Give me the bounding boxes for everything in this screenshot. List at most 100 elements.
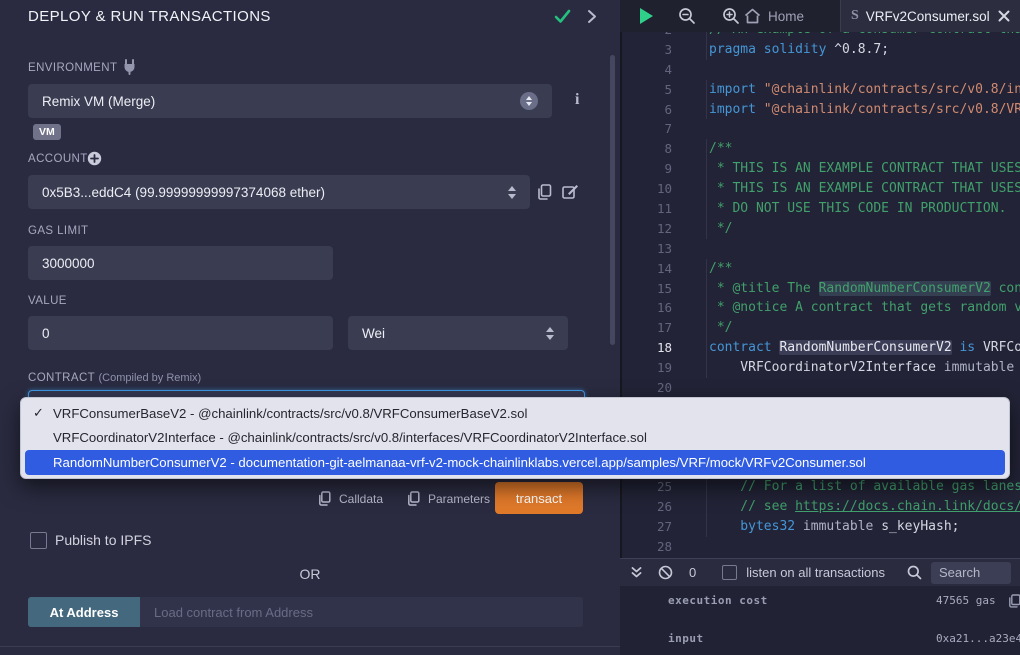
contract-dropdown-option[interactable]: VRFCoordinatorV2Interface - @chainlink/c… xyxy=(25,426,1005,451)
code-view[interactable]: 2 // An example of a consumer contract th… xyxy=(620,32,1020,558)
sign-message-edit-icon[interactable] xyxy=(562,184,579,200)
add-account-plus-icon[interactable] xyxy=(87,151,102,166)
line-text: * THIS IS AN EXAMPLE CONTRACT THAT USES … xyxy=(706,159,1020,179)
terminal-search-input[interactable]: Search xyxy=(931,562,1011,584)
value-input[interactable]: 0 xyxy=(28,316,333,350)
line-number: 12 xyxy=(620,219,672,239)
at-address-button[interactable]: At Address xyxy=(28,597,140,627)
code-line: 20 xyxy=(620,378,1020,398)
deploy-run-panel: DEPLOY & RUN TRANSACTIONS ENVIRONMENT Re… xyxy=(0,0,620,655)
close-tab-icon[interactable] xyxy=(998,10,1010,22)
line-text: // An example of a consumer contract tha… xyxy=(706,32,1020,40)
tab-vrfv2consumer[interactable]: S VRFv2Consumer.sol xyxy=(840,0,1020,32)
line-text: /** xyxy=(706,259,1020,279)
code-line: 25 // For a list of available gas lanes … xyxy=(620,477,1020,497)
line-number: 9 xyxy=(620,159,672,179)
copy-value-icon[interactable] xyxy=(1008,594,1020,608)
code-line: 27 bytes32 immutable s_keyHash; xyxy=(620,517,1020,537)
pending-tx-count: 0 xyxy=(689,565,696,580)
vm-badge: VM xyxy=(33,124,61,140)
line-text: */ xyxy=(706,318,1020,338)
terminal-row-label: input xyxy=(668,632,704,645)
line-text: * THIS IS AN EXAMPLE CONTRACT THAT USES … xyxy=(706,179,1020,199)
code-line: 12 */ xyxy=(620,219,1020,239)
environment-value: Remix VM (Merge) xyxy=(42,94,155,109)
line-text: VRFCoordinatorV2Interface immutable COOR… xyxy=(706,358,1020,378)
panel-scrollbar[interactable] xyxy=(610,55,615,345)
code-line: 16 * @notice A contract that gets random… xyxy=(620,298,1020,318)
code-line: 9 * THIS IS AN EXAMPLE CONTRACT THAT USE… xyxy=(620,159,1020,179)
code-line: 17 */ xyxy=(620,318,1020,338)
gas-limit-input[interactable]: 3000000 xyxy=(28,246,333,280)
contract-dropdown-option[interactable]: RandomNumberConsumerV2 - documentation-g… xyxy=(25,450,1005,475)
line-number: 17 xyxy=(620,318,672,338)
contract-dropdown-list: ✓VRFConsumerBaseV2 - @chainlink/contract… xyxy=(20,397,1010,479)
terminal-row-label: execution cost xyxy=(668,594,768,607)
value-unit: Wei xyxy=(362,326,385,341)
transact-button[interactable]: transact xyxy=(495,482,583,514)
account-select[interactable]: 0x5B3...eddC4 (99.99999999997374068 ethe… xyxy=(28,175,530,209)
terminal-search-placeholder: Search xyxy=(939,565,980,580)
code-line: 7 xyxy=(620,119,1020,139)
line-text: // For a list of available gas lanes on … xyxy=(706,477,1020,497)
line-text: import "@chainlink/contracts/src/v0.8/VR… xyxy=(706,100,1020,120)
tab-home[interactable]: Home xyxy=(744,0,834,32)
copy-parameters-icon[interactable] xyxy=(407,491,420,506)
code-line: 13 xyxy=(620,239,1020,259)
gas-limit-label: GAS LIMIT xyxy=(28,225,88,237)
environment-select[interactable]: Remix VM (Merge) xyxy=(28,84,552,118)
listen-all-transactions-label: listen on all transactions xyxy=(746,565,885,580)
zoom-out-icon[interactable] xyxy=(678,7,698,27)
terminal-output[interactable]: execution cost47565 gasinput0xa21...a23e… xyxy=(620,586,1020,655)
line-text: contract RandomNumberConsumerV2 is VRFCo… xyxy=(706,338,1020,358)
copy-account-icon[interactable] xyxy=(537,184,552,200)
terminal-search-icon xyxy=(907,565,922,580)
line-number: 14 xyxy=(620,259,672,279)
contract-label: CONTRACT (Compiled by Remix) xyxy=(28,372,201,384)
line-number: 26 xyxy=(620,497,672,517)
code-line: 26 // see https://docs.chain.link/docs/v… xyxy=(620,497,1020,517)
line-text: // see https://docs.chain.link/docs/vrf-… xyxy=(706,497,1020,517)
line-number: 8 xyxy=(620,139,672,159)
compile-success-check-icon xyxy=(554,9,571,24)
line-text: pragma solidity ^0.8.7; xyxy=(706,40,1020,60)
code-line: 8 /** xyxy=(620,139,1020,159)
publish-ipfs-label: Publish to IPFS xyxy=(55,532,152,548)
expand-terminal-chevrons-icon[interactable] xyxy=(630,566,643,579)
value-label: VALUE xyxy=(28,295,67,307)
value-unit-select[interactable]: Wei xyxy=(348,316,568,350)
code-line: 2 // An example of a consumer contract th… xyxy=(620,32,1020,40)
listen-all-transactions-checkbox[interactable] xyxy=(722,565,737,580)
home-icon xyxy=(744,8,761,24)
select-caret-icon xyxy=(508,186,516,199)
line-number: 4 xyxy=(620,60,672,80)
panel-divider xyxy=(0,646,620,647)
zoom-in-icon[interactable] xyxy=(722,7,742,27)
line-text: * @title The RandomNumberConsumerV2 cont… xyxy=(706,279,1020,299)
clear-console-ban-icon[interactable] xyxy=(658,565,673,580)
line-number: 19 xyxy=(620,358,672,378)
copy-calldata-icon[interactable] xyxy=(318,491,331,506)
calldata-label: Calldata xyxy=(339,492,383,506)
contract-dropdown-option[interactable]: ✓VRFConsumerBaseV2 - @chainlink/contract… xyxy=(25,401,1005,426)
line-number: 3 xyxy=(620,40,672,60)
publish-ipfs-checkbox[interactable] xyxy=(30,532,47,549)
line-text: */ xyxy=(706,219,1020,239)
line-number: 16 xyxy=(620,298,672,318)
environment-info-icon[interactable]: i xyxy=(575,91,579,109)
run-script-play-icon[interactable] xyxy=(637,6,657,26)
line-number: 2 xyxy=(620,32,672,40)
line-number: 20 xyxy=(620,378,672,398)
line-text: /** xyxy=(706,139,1020,159)
terminal-bar: 0 listen on all transactions Search xyxy=(620,558,1020,586)
option-label: RandomNumberConsumerV2 - documentation-g… xyxy=(53,455,866,470)
line-text: * DO NOT USE THIS CODE IN PRODUCTION. xyxy=(706,199,1020,219)
select-caret-icon xyxy=(546,327,554,340)
collapse-panel-chevron-icon[interactable] xyxy=(587,9,597,24)
code-line: 15 * @title The RandomNumberConsumerV2 c… xyxy=(620,279,1020,299)
value-amount: 0 xyxy=(42,326,50,341)
at-address-input[interactable]: Load contract from Address xyxy=(140,597,583,627)
line-number: 11 xyxy=(620,199,672,219)
line-text: import "@chainlink/contracts/src/v0.8/in… xyxy=(706,80,1020,100)
or-separator-label: OR xyxy=(0,566,620,582)
